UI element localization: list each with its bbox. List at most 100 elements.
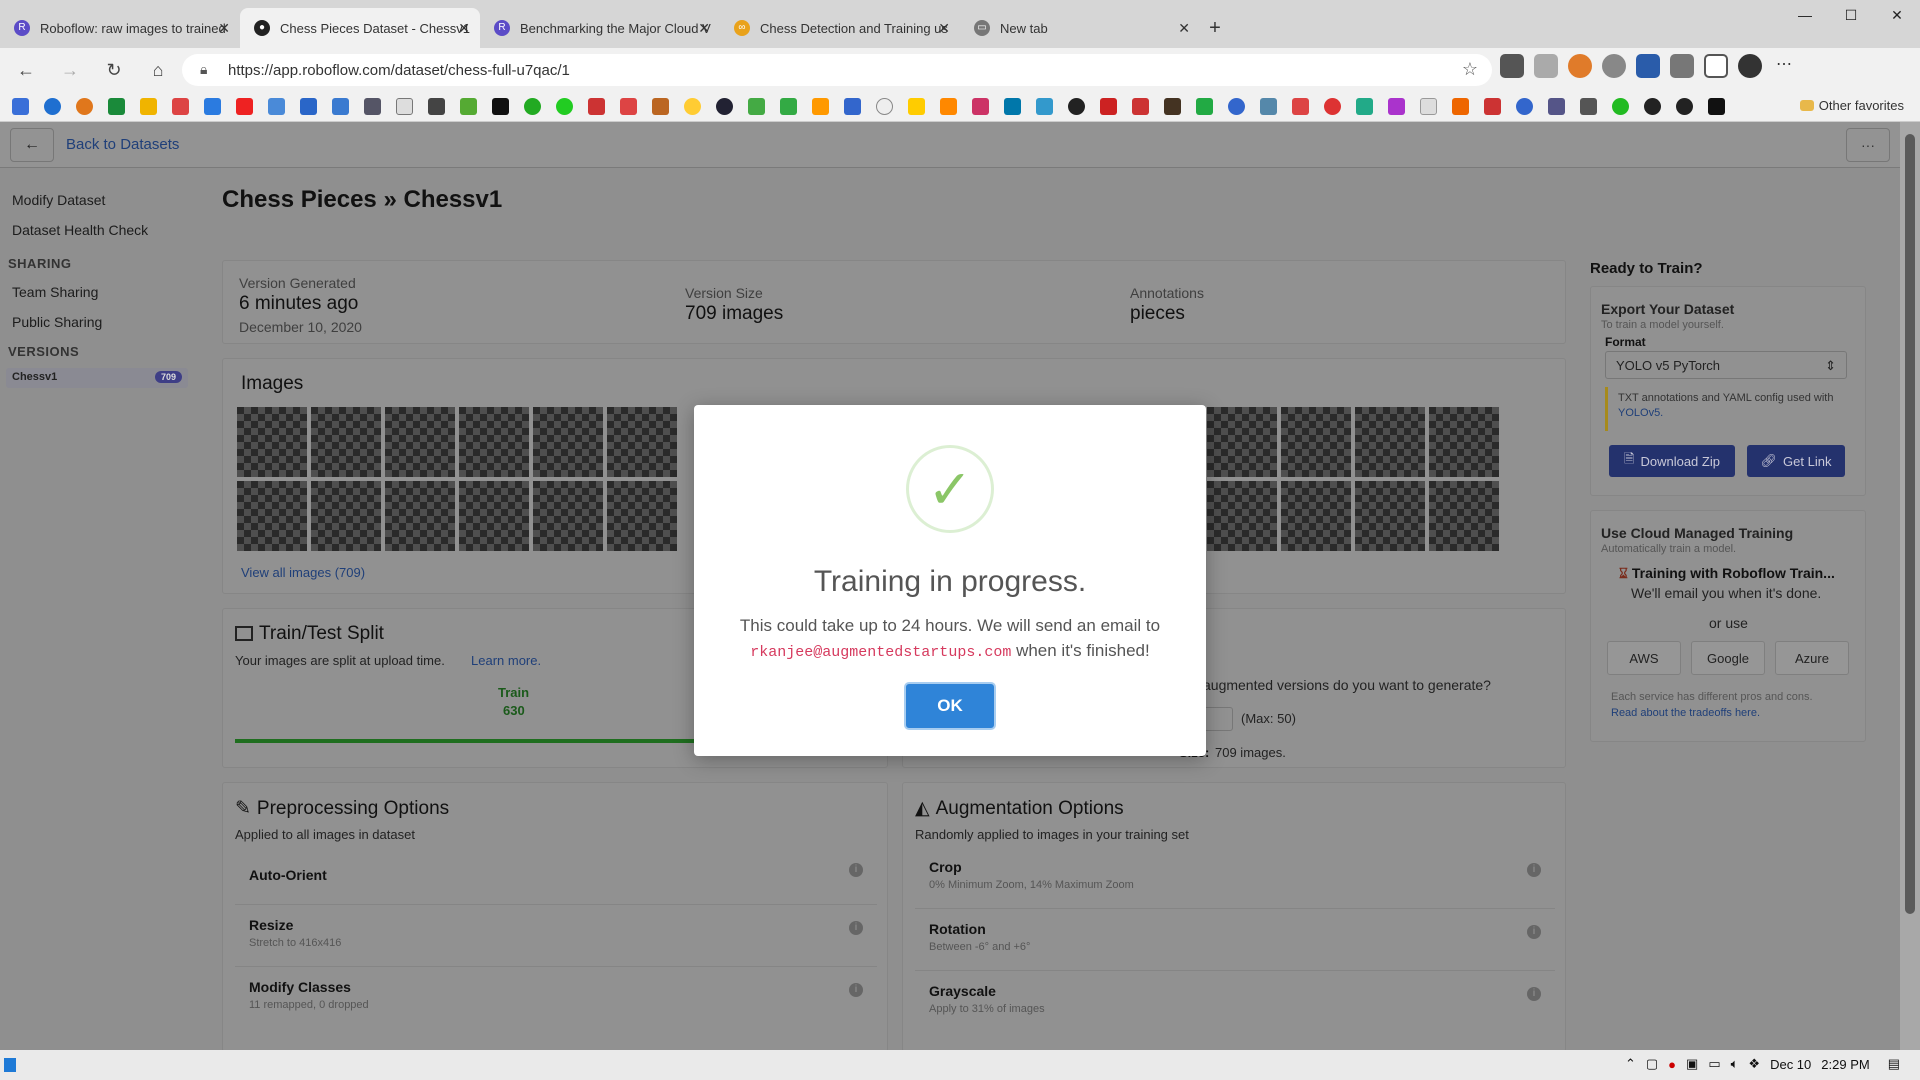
info-icon[interactable]: i (1527, 987, 1541, 1001)
more-options-button[interactable]: ··· (1846, 128, 1890, 162)
bookmark-icon[interactable] (108, 98, 125, 115)
bookmark-icon[interactable] (1580, 98, 1597, 115)
augmentation-option[interactable]: Grayscale Apply to 31% of images i (915, 973, 1555, 1033)
bookmark-icon[interactable] (44, 98, 61, 115)
notifications-icon[interactable]: ▤ (1888, 1056, 1900, 1072)
bookmark-icon[interactable] (1644, 98, 1661, 115)
info-icon[interactable]: i (849, 983, 863, 997)
thumbnail[interactable] (1281, 481, 1351, 551)
thumbnail[interactable] (385, 481, 455, 551)
sidebar-item-health-check[interactable]: Dataset Health Check (12, 222, 148, 238)
extension-icon[interactable] (1568, 54, 1592, 78)
thumbnail[interactable] (237, 407, 307, 477)
dataset-name[interactable]: Chess Pieces (222, 186, 377, 213)
bookmark-icon[interactable] (972, 98, 989, 115)
tray-app-icon[interactable]: ● (1668, 1057, 1676, 1072)
thumbnail[interactable] (459, 407, 529, 477)
bookmark-icon[interactable] (172, 98, 189, 115)
bookmark-icon[interactable] (1356, 98, 1373, 115)
sidebar-item-version[interactable]: Chessv1 709 (6, 368, 188, 388)
thumbnail[interactable] (1429, 481, 1499, 551)
bookmark-icon[interactable] (940, 98, 957, 115)
back-arrow-button[interactable]: ← (10, 128, 54, 162)
browser-tab-chess-dataset[interactable]: ● Chess Pieces Dataset - Chessv1 ✕ (240, 8, 480, 48)
new-tab-button[interactable]: + (1200, 8, 1230, 48)
bookmark-icon[interactable] (1100, 98, 1117, 115)
bookmark-icon[interactable] (908, 98, 925, 115)
thumbnail[interactable] (1207, 481, 1277, 551)
bookmark-icon[interactable] (524, 98, 541, 115)
bookmark-icon[interactable] (460, 98, 477, 115)
preprocessing-option[interactable]: Resize Stretch to 416x416 i (235, 907, 877, 967)
browser-tab-new[interactable]: ▭ New tab ✕ (960, 8, 1200, 48)
volume-icon[interactable]: 🔈︎ (1731, 1056, 1739, 1072)
bookmark-icon[interactable] (780, 98, 797, 115)
bookmark-icon[interactable] (844, 98, 861, 115)
minimize-icon[interactable]: — (1782, 0, 1828, 30)
sidebar-item-team-sharing[interactable]: Team Sharing (12, 284, 98, 300)
browser-tab-roboflow[interactable]: R Roboflow: raw images to trained ✕ (0, 8, 240, 48)
close-tab-icon[interactable]: ✕ (1178, 20, 1190, 37)
maximize-icon[interactable]: ☐ (1828, 0, 1874, 30)
back-to-datasets-link[interactable]: Back to Datasets (66, 136, 179, 153)
bookmark-icon[interactable] (332, 98, 349, 115)
bookmark-icon[interactable] (620, 98, 637, 115)
bookmark-icon[interactable] (812, 98, 829, 115)
bookmark-icon[interactable] (716, 98, 733, 115)
bookmark-icon[interactable] (556, 98, 573, 115)
bookmark-icon[interactable] (876, 98, 893, 115)
thumbnail[interactable] (1355, 407, 1425, 477)
bookmark-icon[interactable] (1228, 98, 1245, 115)
tray-app-icon[interactable]: ▣ (1686, 1056, 1698, 1072)
thumbnail[interactable] (1355, 481, 1425, 551)
network-icon[interactable]: ▭ (1708, 1056, 1720, 1072)
augment-count-input[interactable] (1203, 707, 1233, 731)
close-tab-icon[interactable]: ✕ (218, 20, 230, 37)
aws-button[interactable]: AWS (1607, 641, 1681, 675)
info-icon[interactable]: i (1527, 925, 1541, 939)
other-favorites[interactable]: Other favorites (1799, 98, 1904, 113)
augmentation-option[interactable]: Rotation Between -6° and +6° i (915, 911, 1555, 971)
bookmark-icon[interactable] (1420, 98, 1437, 115)
azure-button[interactable]: Azure (1775, 641, 1849, 675)
info-icon[interactable]: i (849, 921, 863, 935)
extension-icon[interactable] (1500, 54, 1524, 78)
sidebar-item-modify-dataset[interactable]: Modify Dataset (12, 192, 105, 208)
thumbnail[interactable] (237, 481, 307, 551)
browser-tab-chess-detection[interactable]: ∞ Chess Detection and Training us ✕ (720, 8, 960, 48)
tradeoffs-link[interactable]: Read about the tradeoffs here. (1611, 707, 1760, 719)
bookmark-icon[interactable] (236, 98, 253, 115)
preprocessing-option[interactable]: Auto-Orient i (235, 849, 877, 905)
browser-tab-benchmarking[interactable]: R Benchmarking the Major Cloud V ✕ (480, 8, 720, 48)
download-zip-button[interactable]: 🗎︎ Download Zip (1609, 445, 1735, 477)
bookmark-icon[interactable] (1132, 98, 1149, 115)
bookmark-icon[interactable] (364, 98, 381, 115)
bookmark-icon[interactable] (1484, 98, 1501, 115)
bookmark-icon[interactable] (204, 98, 221, 115)
learn-more-link[interactable]: Learn more. (471, 653, 541, 668)
bookmark-icon[interactable] (1164, 98, 1181, 115)
bookmark-icon[interactable] (1548, 98, 1565, 115)
github-icon[interactable] (1676, 98, 1693, 115)
thumbnail[interactable] (607, 407, 677, 477)
bookmark-icon[interactable] (588, 98, 605, 115)
bookmark-icon[interactable] (268, 98, 285, 115)
close-tab-icon[interactable]: ✕ (458, 20, 470, 37)
thumbnail[interactable] (1281, 407, 1351, 477)
close-tab-icon[interactable]: ✕ (938, 20, 950, 37)
thumbnail[interactable] (533, 407, 603, 477)
format-select[interactable]: YOLO v5 PyTorch ⇕ (1605, 351, 1847, 379)
augmentation-option[interactable]: Crop 0% Minimum Zoom, 14% Maximum Zoom i (915, 849, 1555, 909)
back-icon[interactable]: ← (8, 52, 44, 88)
bookmark-icon[interactable] (1388, 98, 1405, 115)
favorite-star-icon[interactable]: ☆ (1462, 59, 1478, 80)
bookmark-icon[interactable] (428, 98, 445, 115)
avatar[interactable] (1738, 54, 1762, 78)
thumbnail[interactable] (311, 481, 381, 551)
collections-icon[interactable] (1704, 54, 1728, 78)
thumbnail[interactable] (1207, 407, 1277, 477)
sidebar-item-public-sharing[interactable]: Public Sharing (12, 314, 102, 330)
start-icon[interactable] (4, 1058, 16, 1072)
reload-icon[interactable]: ↻ (96, 52, 132, 88)
bookmark-icon[interactable] (140, 98, 157, 115)
